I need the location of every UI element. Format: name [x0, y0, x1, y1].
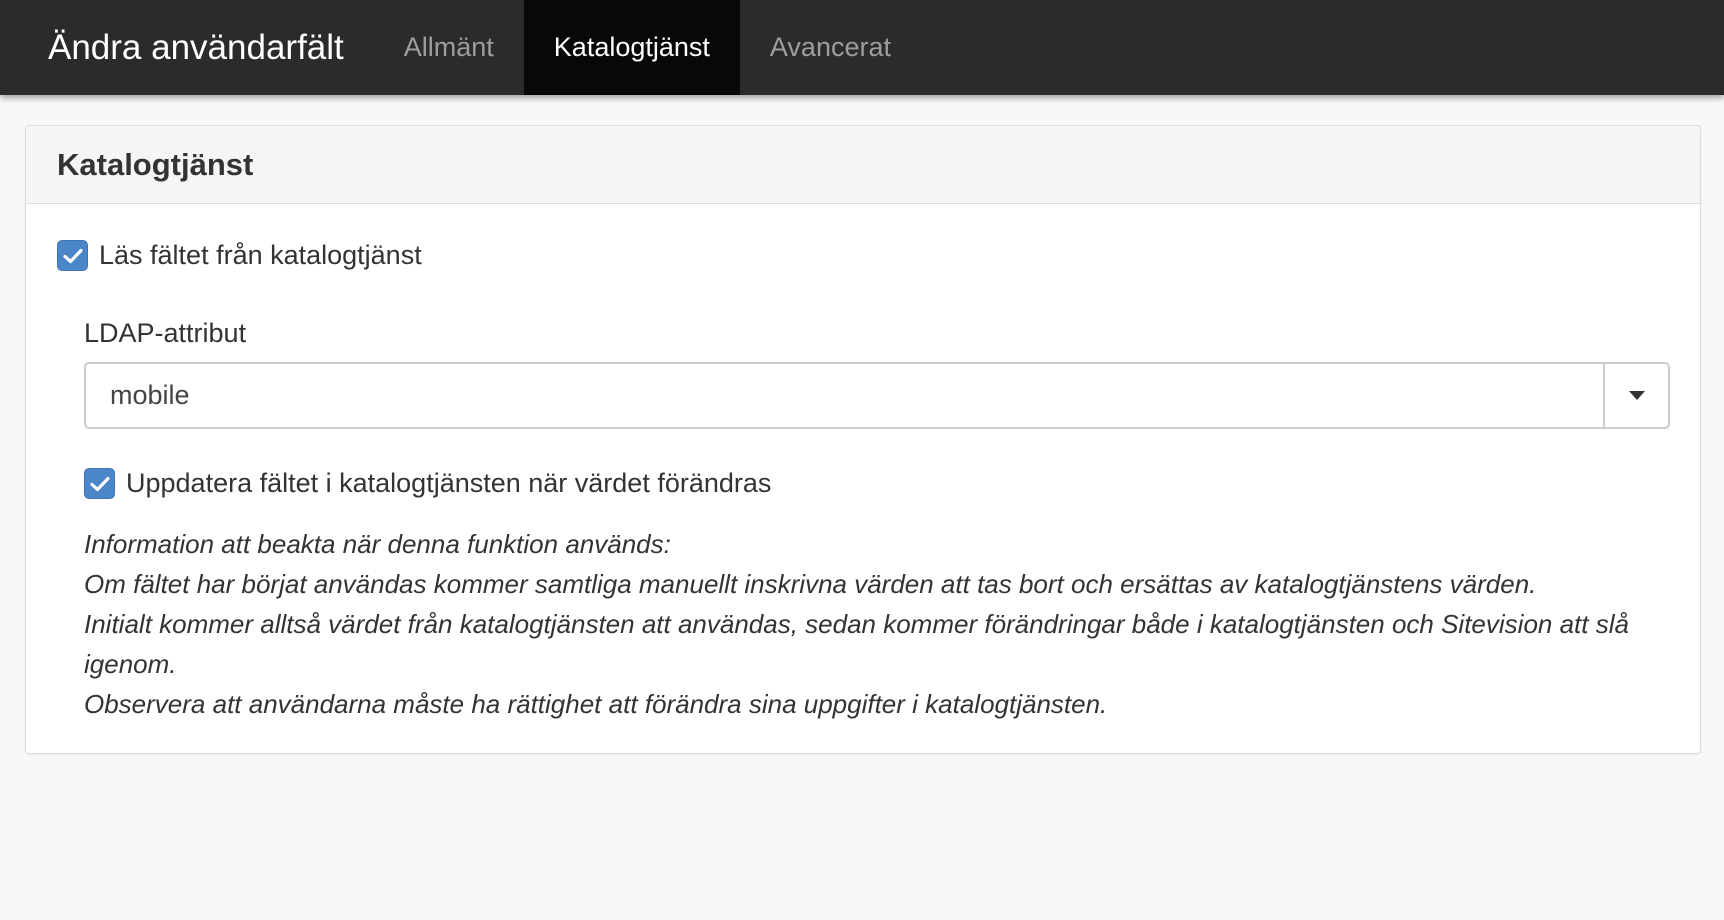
- directory-service-panel: Katalogtjänst Läs fältet från katalogtjä…: [25, 125, 1701, 754]
- info-text: Information att beakta när denna funktio…: [84, 524, 1670, 724]
- read-from-directory-row[interactable]: Läs fältet från katalogtjänst: [57, 240, 422, 271]
- tab-allmant[interactable]: Allmänt: [374, 0, 524, 95]
- ldap-attribute-select[interactable]: mobile: [84, 362, 1670, 429]
- info-line: Om fältet har börjat användas kommer sam…: [84, 569, 1537, 599]
- update-directory-label[interactable]: Uppdatera fältet i katalogtjänsten när v…: [126, 468, 771, 499]
- tab-katalogtjanst[interactable]: Katalogtjänst: [523, 0, 740, 95]
- read-from-directory-checkbox[interactable]: [57, 240, 88, 271]
- update-directory-row[interactable]: Uppdatera fältet i katalogtjänsten när v…: [84, 468, 771, 499]
- info-line: Observera att användarna måste ha rättig…: [84, 689, 1108, 719]
- panel-heading: Katalogtjänst: [26, 126, 1700, 204]
- panel-title: Katalogtjänst: [57, 146, 254, 182]
- ldap-attribute-value[interactable]: mobile: [86, 364, 1603, 427]
- top-navbar: Ändra användarfält Allmänt Katalogtjänst…: [0, 0, 1724, 95]
- nav-tabs: Allmänt Katalogtjänst Avancerat: [374, 0, 921, 95]
- check-icon: [89, 476, 110, 491]
- ldap-attribute-label: LDAP-attribut: [84, 318, 247, 348]
- read-from-directory-label[interactable]: Läs fältet från katalogtjänst: [99, 240, 422, 271]
- check-icon: [62, 248, 83, 263]
- info-line: Initialt kommer alltså värdet från katal…: [84, 609, 1629, 679]
- caret-down-icon: [1628, 391, 1645, 400]
- tab-avancerat[interactable]: Avancerat: [740, 0, 921, 95]
- page-title: Ändra användarfält: [48, 27, 344, 67]
- info-line: Information att beakta när denna funktio…: [84, 529, 671, 559]
- update-directory-checkbox[interactable]: [84, 468, 115, 499]
- ldap-attribute-dropdown-toggle[interactable]: [1603, 364, 1668, 427]
